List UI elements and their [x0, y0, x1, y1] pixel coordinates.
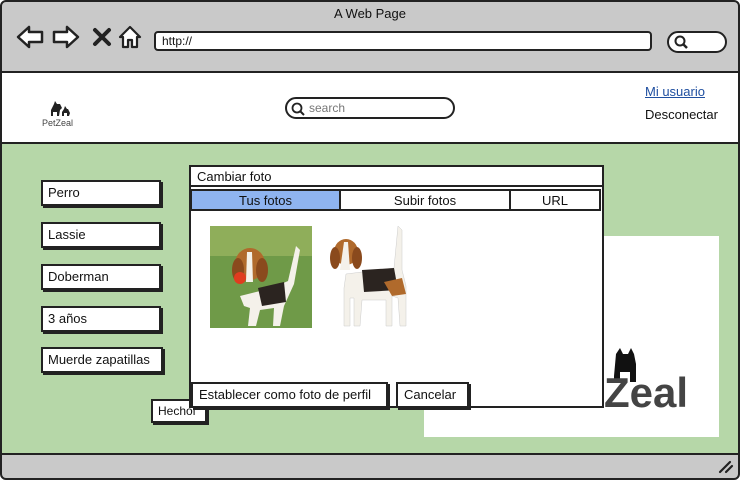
breed-field[interactable]: Doberman — [41, 264, 161, 290]
tab-upload-photos[interactable]: Subir fotos — [339, 189, 511, 211]
search-icon — [291, 102, 305, 116]
home-icon — [118, 25, 142, 49]
arrow-right-icon — [52, 25, 80, 49]
forward-button[interactable] — [52, 24, 80, 50]
back-button[interactable] — [16, 24, 44, 50]
tab-your-photos[interactable]: Tus fotos — [190, 189, 341, 211]
pet-logo-icon: PetZeal — [42, 101, 73, 128]
species-field[interactable]: Perro — [41, 180, 161, 206]
beagle-standing-photo — [322, 226, 424, 328]
resize-grip-icon[interactable] — [716, 458, 734, 474]
arrow-left-icon — [16, 25, 44, 49]
dialog-title: Cambiar foto — [189, 165, 604, 187]
svg-text:Zeal: Zeal — [604, 369, 688, 416]
my-user-link[interactable]: Mi usuario — [645, 84, 705, 99]
status-bar — [0, 453, 740, 480]
cancel-button[interactable]: Cancelar — [396, 382, 469, 408]
browser-search-field[interactable] — [667, 31, 727, 53]
home-button[interactable] — [116, 24, 144, 50]
close-icon — [93, 28, 111, 46]
search-icon — [674, 35, 688, 49]
stop-button[interactable] — [88, 24, 116, 50]
photo-beagle-playing[interactable] — [210, 226, 312, 328]
window-title: A Web Page — [333, 6, 407, 21]
tab-url[interactable]: URL — [509, 189, 601, 211]
site-search-input[interactable]: search — [285, 97, 455, 119]
svg-text:PetZeal: PetZeal — [42, 118, 73, 128]
name-field[interactable]: Lassie — [41, 222, 161, 248]
age-field[interactable]: 3 años — [41, 306, 161, 332]
description-field[interactable]: Muerde zapatillas — [41, 347, 163, 373]
url-bar[interactable]: http:// — [154, 31, 652, 51]
site-logo[interactable]: PetZeal — [40, 100, 80, 128]
set-profile-photo-button[interactable]: Establecer como foto de perfil — [191, 382, 388, 408]
photo-beagle-standing[interactable] — [322, 226, 424, 328]
logout-link[interactable]: Desconectar — [645, 107, 718, 122]
beagle-playing-with-ball-photo — [210, 226, 312, 328]
